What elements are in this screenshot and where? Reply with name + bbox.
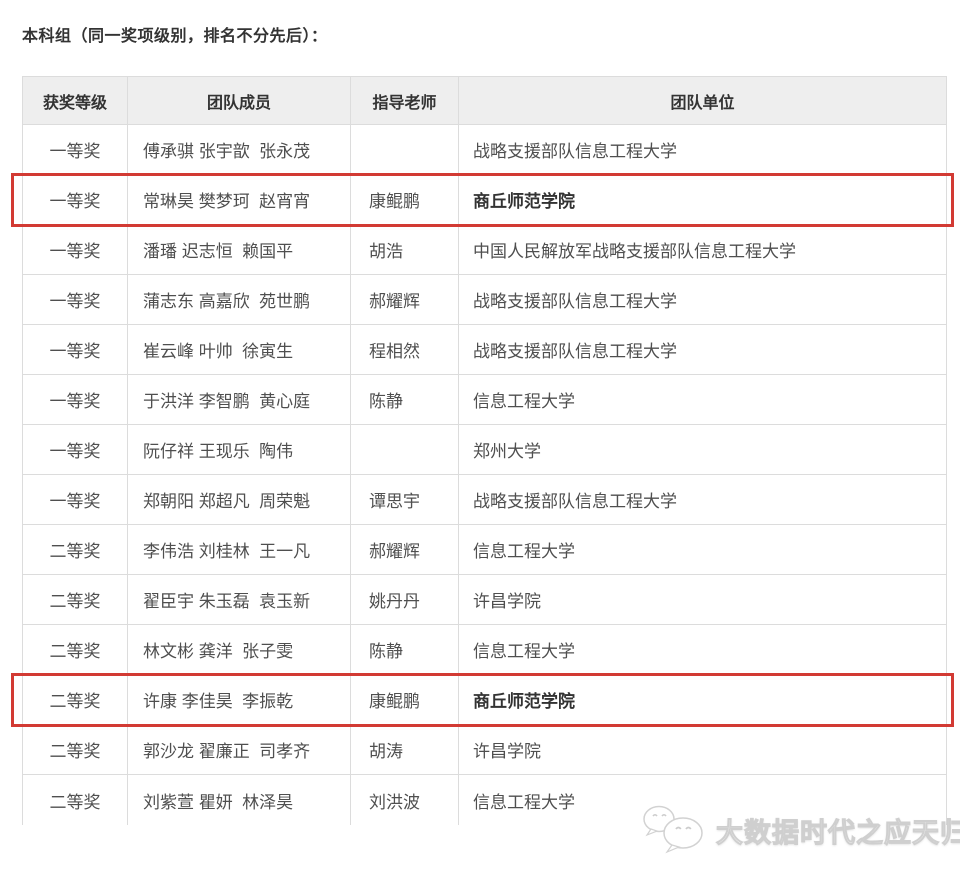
team-unit-cell: 许昌学院 bbox=[459, 725, 947, 775]
advisor-cell bbox=[351, 425, 459, 475]
table-row: 一等奖 于洪洋 李智鹏 黄心庭 陈静 信息工程大学 bbox=[23, 375, 947, 425]
team-members-cell: 于洪洋 李智鹏 黄心庭 bbox=[128, 375, 351, 425]
table-row: 二等奖 翟臣宇 朱玉磊 袁玉新 姚丹丹 许昌学院 bbox=[23, 575, 947, 625]
team-unit-cell: 战略支援部队信息工程大学 bbox=[459, 275, 947, 325]
award-level-cell: 二等奖 bbox=[23, 725, 128, 775]
advisor-cell: 谭思宇 bbox=[351, 475, 459, 525]
award-level-cell: 二等奖 bbox=[23, 775, 128, 825]
award-level-cell: 一等奖 bbox=[23, 175, 128, 225]
table-row: 一等奖 阮仔祥 王现乐 陶伟 郑州大学 bbox=[23, 425, 947, 475]
award-level-cell: 二等奖 bbox=[23, 625, 128, 675]
table-row: 一等奖 郑朝阳 郑超凡 周荣魁 谭思宇 战略支援部队信息工程大学 bbox=[23, 475, 947, 525]
table-row: 一等奖 常琳昊 樊梦珂 赵宵宵 康鲲鹏 商丘师范学院 bbox=[23, 175, 947, 225]
table-row: 二等奖 林文彬 龚洋 张子雯 陈静 信息工程大学 bbox=[23, 625, 947, 675]
advisor-cell: 陈静 bbox=[351, 625, 459, 675]
wechat-icon bbox=[642, 802, 708, 859]
table-row: 二等奖 李伟浩 刘桂林 王一凡 郝耀辉 信息工程大学 bbox=[23, 525, 947, 575]
table-row: 一等奖 潘璠 迟志恒 赖国平 胡浩 中国人民解放军战略支援部队信息工程大学 bbox=[23, 225, 947, 275]
table-row: 一等奖 崔云峰 叶帅 徐寅生 程相然 战略支援部队信息工程大学 bbox=[23, 325, 947, 375]
advisor-cell: 姚丹丹 bbox=[351, 575, 459, 625]
team-unit-cell: 战略支援部队信息工程大学 bbox=[459, 125, 947, 175]
team-unit-cell: 战略支援部队信息工程大学 bbox=[459, 475, 947, 525]
watermark: 大数据时代之应天归德 bbox=[642, 802, 960, 859]
advisor-cell: 康鲲鹏 bbox=[351, 175, 459, 225]
team-unit-cell: 许昌学院 bbox=[459, 575, 947, 625]
team-members-cell: 阮仔祥 王现乐 陶伟 bbox=[128, 425, 351, 475]
team-members-cell: 常琳昊 樊梦珂 赵宵宵 bbox=[128, 175, 351, 225]
advisor-cell: 郝耀辉 bbox=[351, 275, 459, 325]
award-level-cell: 一等奖 bbox=[23, 475, 128, 525]
team-members-cell: 许康 李佳昊 李振乾 bbox=[128, 675, 351, 725]
advisor-cell: 胡浩 bbox=[351, 225, 459, 275]
team-members-cell: 郭沙龙 翟廉正 司孝齐 bbox=[128, 725, 351, 775]
award-level-cell: 一等奖 bbox=[23, 275, 128, 325]
team-members-cell: 刘紫萱 瞿妍 林泽昊 bbox=[128, 775, 351, 825]
advisor-cell: 郝耀辉 bbox=[351, 525, 459, 575]
table-row: 二等奖 郭沙龙 翟廉正 司孝齐 胡涛 许昌学院 bbox=[23, 725, 947, 775]
advisor-cell: 程相然 bbox=[351, 325, 459, 375]
award-level-cell: 一等奖 bbox=[23, 325, 128, 375]
team-unit-cell: 商丘师范学院 bbox=[459, 675, 947, 725]
team-unit-cell: 信息工程大学 bbox=[459, 525, 947, 575]
team-unit-cell: 商丘师范学院 bbox=[459, 175, 947, 225]
team-members-cell: 潘璠 迟志恒 赖国平 bbox=[128, 225, 351, 275]
award-level-cell: 一等奖 bbox=[23, 225, 128, 275]
article-page: 本科组（同一奖项级别，排名不分先后）： 获奖等级 团队成员 指导老师 团队单位 … bbox=[0, 0, 960, 869]
page-title: 本科组（同一奖项级别，排名不分先后）： bbox=[22, 22, 328, 46]
watermark-text: 大数据时代之应天归德 bbox=[716, 811, 960, 850]
header-award-level: 获奖等级 bbox=[23, 77, 128, 125]
header-advisor: 指导老师 bbox=[351, 77, 459, 125]
award-level-cell: 二等奖 bbox=[23, 525, 128, 575]
award-level-cell: 二等奖 bbox=[23, 575, 128, 625]
header-team-unit: 团队单位 bbox=[459, 77, 947, 125]
team-members-cell: 李伟浩 刘桂林 王一凡 bbox=[128, 525, 351, 575]
awards-table: 获奖等级 团队成员 指导老师 团队单位 一等奖 傅承骐 张宇歆 张永茂 战略支援… bbox=[22, 76, 947, 825]
award-level-cell: 一等奖 bbox=[23, 375, 128, 425]
team-unit-cell: 信息工程大学 bbox=[459, 375, 947, 425]
team-members-cell: 翟臣宇 朱玉磊 袁玉新 bbox=[128, 575, 351, 625]
table-row: 一等奖 蒲志东 高嘉欣 苑世鹏 郝耀辉 战略支援部队信息工程大学 bbox=[23, 275, 947, 325]
team-unit-cell: 信息工程大学 bbox=[459, 625, 947, 675]
table-header-row: 获奖等级 团队成员 指导老师 团队单位 bbox=[23, 77, 947, 125]
table-row: 一等奖 傅承骐 张宇歆 张永茂 战略支援部队信息工程大学 bbox=[23, 125, 947, 175]
award-level-cell: 一等奖 bbox=[23, 125, 128, 175]
award-level-cell: 二等奖 bbox=[23, 675, 128, 725]
table-row: 二等奖 许康 李佳昊 李振乾 康鲲鹏 商丘师范学院 bbox=[23, 675, 947, 725]
advisor-cell: 胡涛 bbox=[351, 725, 459, 775]
team-unit-cell: 战略支援部队信息工程大学 bbox=[459, 325, 947, 375]
team-members-cell: 蒲志东 高嘉欣 苑世鹏 bbox=[128, 275, 351, 325]
award-level-cell: 一等奖 bbox=[23, 425, 128, 475]
team-members-cell: 傅承骐 张宇歆 张永茂 bbox=[128, 125, 351, 175]
team-unit-cell: 中国人民解放军战略支援部队信息工程大学 bbox=[459, 225, 947, 275]
advisor-cell: 刘洪波 bbox=[351, 775, 459, 825]
team-members-cell: 郑朝阳 郑超凡 周荣魁 bbox=[128, 475, 351, 525]
header-team-members: 团队成员 bbox=[128, 77, 351, 125]
team-unit-cell: 郑州大学 bbox=[459, 425, 947, 475]
advisor-cell: 康鲲鹏 bbox=[351, 675, 459, 725]
team-members-cell: 崔云峰 叶帅 徐寅生 bbox=[128, 325, 351, 375]
advisor-cell bbox=[351, 125, 459, 175]
advisor-cell: 陈静 bbox=[351, 375, 459, 425]
team-members-cell: 林文彬 龚洋 张子雯 bbox=[128, 625, 351, 675]
